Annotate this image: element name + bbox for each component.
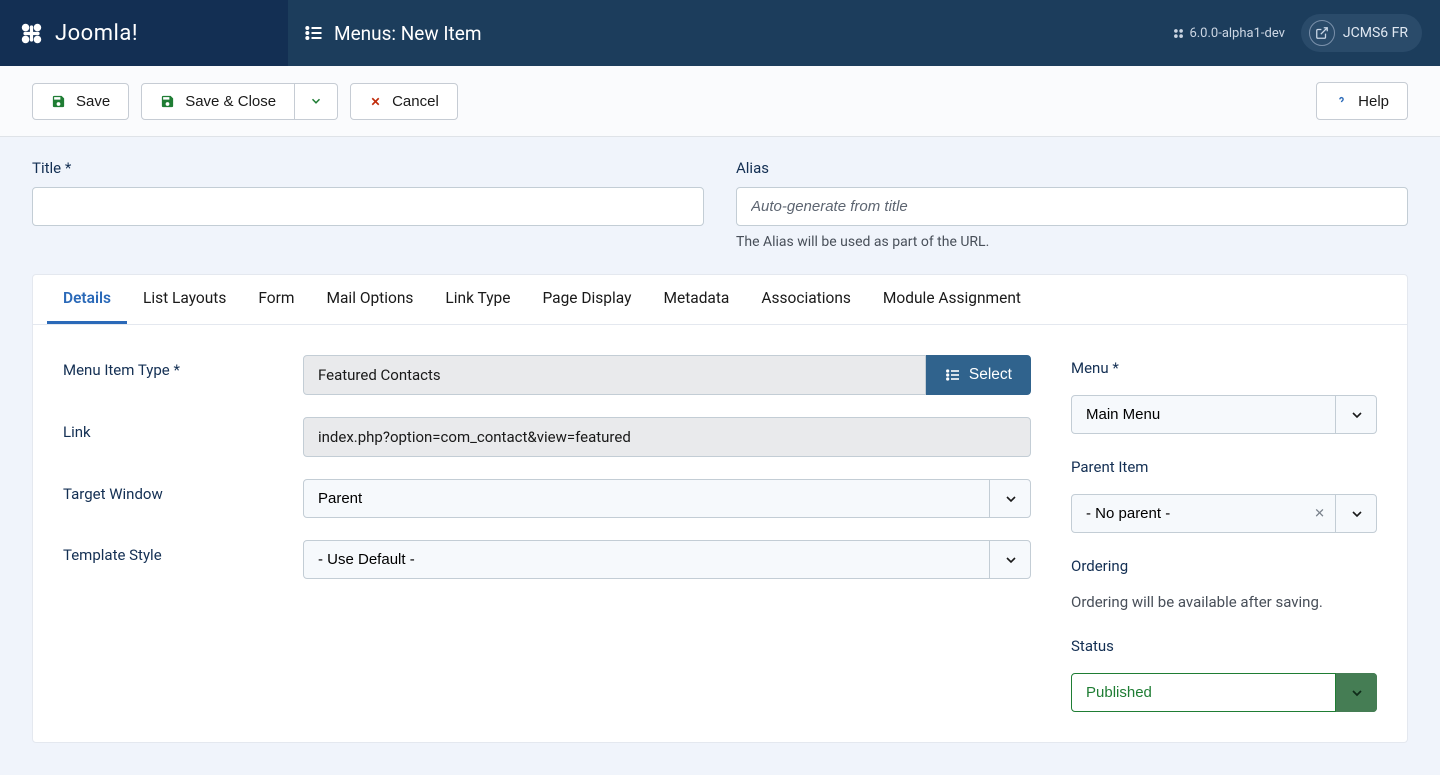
page-title: Menus: New Item <box>288 22 482 45</box>
target-window-select[interactable] <box>303 479 1031 518</box>
ordering-text: Ordering will be available after saving. <box>1071 593 1377 611</box>
link-value: index.php?option=com_contact&view=featur… <box>303 417 1031 457</box>
brand[interactable]: Joomla! <box>0 0 288 66</box>
save-close-button[interactable]: Save & Close <box>141 83 295 120</box>
alias-label: Alias <box>736 159 1408 177</box>
tab-mail-options[interactable]: Mail Options <box>310 275 429 324</box>
save-icon <box>160 94 175 109</box>
main-panel: Details List Layouts Form Mail Options L… <box>32 274 1408 743</box>
parent-item-select[interactable]: ✕ <box>1071 494 1377 533</box>
tab-details[interactable]: Details <box>47 275 127 324</box>
tabs: Details List Layouts Form Mail Options L… <box>33 275 1407 325</box>
link-label: Link <box>63 423 303 441</box>
page-title-text: Menus: New Item <box>334 22 482 45</box>
save-dropdown-button[interactable] <box>295 83 338 120</box>
menu-item-type-value: Featured Contacts <box>303 355 926 395</box>
app-header: Joomla! Menus: New Item 6.0.0-alpha1-dev <box>0 0 1440 66</box>
parent-item-label: Parent Item <box>1071 458 1377 476</box>
user-label: JCMS6 FR <box>1343 25 1408 41</box>
tab-associations[interactable]: Associations <box>745 275 867 324</box>
help-button[interactable]: Help <box>1316 82 1408 120</box>
save-icon <box>51 94 66 109</box>
status-select[interactable] <box>1071 673 1377 712</box>
cancel-button[interactable]: Cancel <box>350 83 458 120</box>
alias-input[interactable] <box>736 187 1408 226</box>
list-icon <box>945 367 961 383</box>
close-icon <box>369 95 382 108</box>
tab-link-type[interactable]: Link Type <box>429 275 526 324</box>
menu-label: Menu * <box>1071 359 1377 377</box>
form-top: Title * Alias The Alias will be used as … <box>0 137 1440 258</box>
alias-help-text: The Alias will be used as part of the UR… <box>736 234 1408 250</box>
menu-item-type-label: Menu Item Type * <box>63 361 303 379</box>
joomla-small-icon <box>1172 27 1185 40</box>
toolbar: Save Save & Close Cancel Help <box>0 66 1440 137</box>
clear-icon[interactable]: ✕ <box>1314 506 1325 521</box>
status-label: Status <box>1071 637 1377 655</box>
save-button[interactable]: Save <box>32 83 129 120</box>
external-link-icon <box>1309 20 1335 46</box>
template-style-select[interactable] <box>303 540 1031 579</box>
joomla-logo-icon <box>18 20 45 47</box>
user-pill[interactable]: JCMS6 FR <box>1301 14 1422 52</box>
brand-text: Joomla! <box>55 21 138 46</box>
ordering-label: Ordering <box>1071 557 1377 575</box>
tab-page-display[interactable]: Page Display <box>526 275 647 324</box>
title-input[interactable] <box>32 187 704 226</box>
target-window-label: Target Window <box>63 485 303 503</box>
tab-metadata[interactable]: Metadata <box>647 275 745 324</box>
help-icon <box>1335 92 1348 110</box>
version-label[interactable]: 6.0.0-alpha1-dev <box>1172 26 1284 41</box>
chevron-down-icon <box>309 94 323 108</box>
menu-select[interactable] <box>1071 395 1377 434</box>
list-icon <box>304 23 324 43</box>
title-label: Title * <box>32 159 704 177</box>
select-type-button[interactable]: Select <box>926 355 1031 395</box>
tab-form[interactable]: Form <box>242 275 310 324</box>
tab-module-assignment[interactable]: Module Assignment <box>867 275 1037 324</box>
template-style-label: Template Style <box>63 546 303 564</box>
tab-list-layouts[interactable]: List Layouts <box>127 275 242 324</box>
